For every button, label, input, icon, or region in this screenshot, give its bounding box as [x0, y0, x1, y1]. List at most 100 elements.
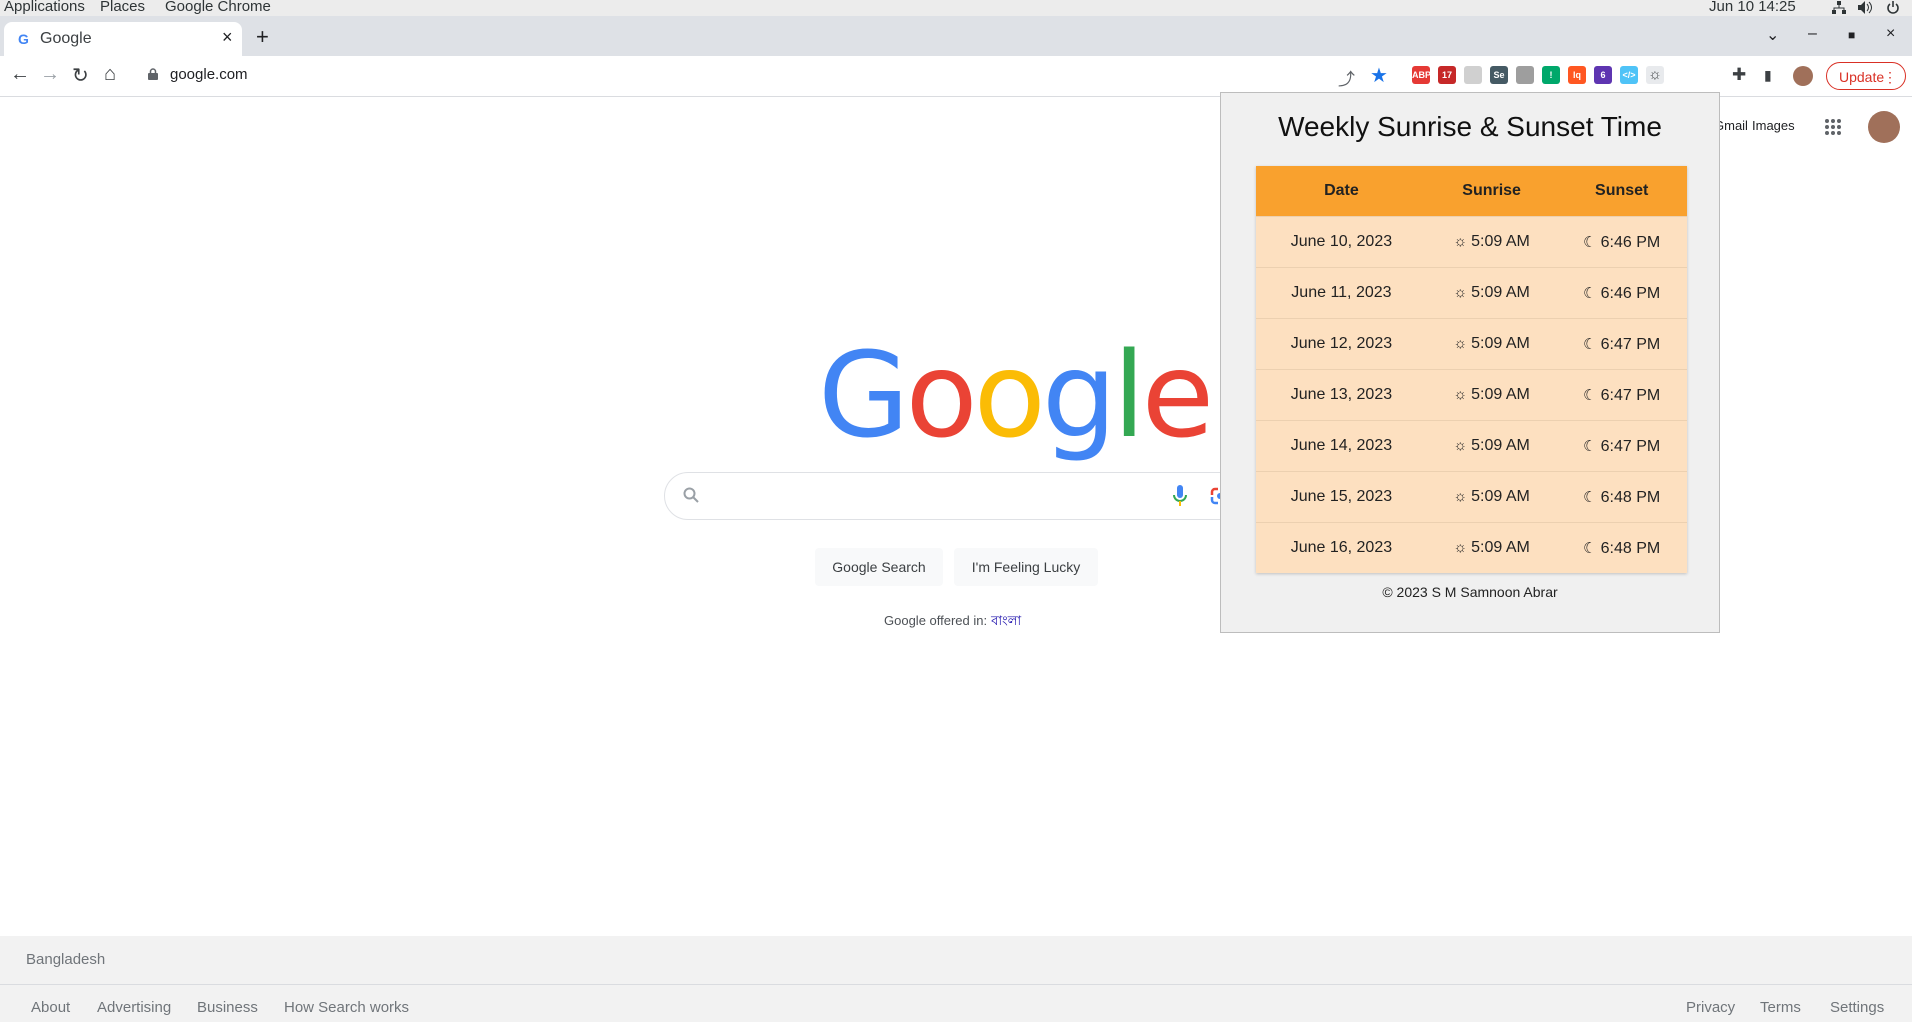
table-row: June 14, 2023 ☼ 5:09 AM ☾ 6:47 PM — [1256, 420, 1687, 472]
extension-blank-ext-icon[interactable] — [1464, 66, 1482, 84]
sunset-cell: ☾ 6:48 PM — [1556, 522, 1687, 573]
search-icon — [683, 487, 699, 503]
sunset-cell: ☾ 6:47 PM — [1556, 369, 1687, 421]
extension-red-ext-icon[interactable]: lq — [1568, 66, 1586, 84]
date-cell: June 11, 2023 — [1256, 267, 1427, 319]
offered-in-label: Google offered in: — [884, 613, 988, 628]
tab-search-chevron-icon[interactable]: ⌄ — [1766, 25, 1779, 45]
footer-link-settings[interactable]: Settings — [1830, 999, 1884, 1016]
lock-icon[interactable] — [148, 68, 158, 80]
sunset-time: 6:48 PM — [1600, 488, 1661, 506]
date-cell: June 15, 2023 — [1256, 471, 1427, 523]
header-date: Date — [1256, 166, 1427, 217]
footer-link-privacy[interactable]: Privacy — [1686, 999, 1735, 1016]
google-favicon-icon: G — [18, 31, 29, 47]
table-row: June 13, 2023 ☼ 5:09 AM ☾ 6:47 PM — [1256, 369, 1687, 421]
header-sunrise: Sunrise — [1426, 166, 1557, 217]
browser-toolbar: ← → ↻ ⌂ google.com ⤴ ★ ABP 17 Se! lq 6 </> ☼ ✚… — [0, 56, 1912, 97]
footer-link-advertising[interactable]: Advertising — [97, 999, 171, 1016]
bookmark-star-icon[interactable]: ★ — [1370, 63, 1388, 88]
power-icon[interactable] — [1886, 1, 1900, 14]
extension-green-ext-icon[interactable]: ! — [1542, 66, 1560, 84]
side-panel-icon[interactable]: ▮ — [1764, 67, 1772, 84]
sunset-time: 6:46 PM — [1600, 284, 1661, 302]
header-sunset: Sunset — [1556, 166, 1687, 217]
footer-link-how-search-works[interactable]: How Search works — [284, 999, 409, 1016]
popup-copyright: © 2023 S M Samnoon Abrar — [1382, 584, 1558, 600]
table-row: June 15, 2023 ☼ 5:09 AM ☾ 6:48 PM — [1256, 471, 1687, 523]
tab-google[interactable]: G Google × — [4, 22, 242, 56]
back-button[interactable]: ← — [10, 63, 30, 86]
tab-title: Google — [40, 30, 92, 47]
logo-letter: l — [1112, 326, 1146, 464]
address-bar[interactable]: google.com ⤴ ★ — [136, 60, 1400, 92]
apps-grid-icon[interactable] — [1824, 118, 1842, 136]
close-window-button[interactable]: × — [1886, 25, 1895, 43]
extension-adblock-plus-icon[interactable]: ABP — [1412, 66, 1431, 84]
sun-icon: ☼ — [1453, 539, 1468, 556]
sun-icon: ☼ — [1453, 386, 1468, 403]
logo-letter: G — [818, 326, 909, 464]
sunrise-cell: ☼ 5:09 AM — [1426, 471, 1557, 523]
clock[interactable]: Jun 10 14:25 — [1709, 0, 1796, 15]
volume-icon[interactable] — [1858, 1, 1872, 14]
images-link[interactable]: Images — [1752, 118, 1795, 133]
popup-title: Weekly Sunrise & Sunset Time — [1278, 111, 1662, 142]
sunrise-time: 5:09 AM — [1471, 233, 1530, 250]
sunrise-cell: ☼ 5:09 AM — [1426, 267, 1557, 319]
sunset-time: 6:47 PM — [1600, 437, 1661, 455]
active-app-name[interactable]: Google Chrome — [165, 0, 271, 15]
sunset-time: 6:48 PM — [1600, 539, 1661, 557]
account-avatar[interactable] — [1868, 111, 1900, 143]
extension-purple-ext-icon[interactable]: 6 — [1594, 66, 1612, 84]
sunrise-time: 5:09 AM — [1471, 284, 1530, 301]
sunrise-time: 5:09 AM — [1471, 335, 1530, 352]
home-button[interactable]: ⌂ — [104, 63, 116, 86]
maximize-button[interactable]: ■ — [1848, 28, 1855, 42]
sunrise-sunset-table: Date Sunrise Sunset June 10, 2023 ☼ 5:09 A… — [1256, 166, 1687, 573]
applications-menu[interactable]: Applications — [4, 0, 85, 15]
footer-link-business[interactable]: Business — [197, 999, 258, 1016]
table-row: June 12, 2023 ☼ 5:09 AM ☾ 6:47 PM — [1256, 318, 1687, 370]
forward-button[interactable]: → — [40, 63, 60, 86]
sunrise-cell: ☼ 5:09 AM — [1426, 522, 1557, 573]
profile-avatar[interactable] — [1793, 66, 1813, 86]
extension-calendar-icon[interactable]: 17 — [1438, 66, 1456, 84]
moon-icon: ☾ — [1583, 233, 1597, 251]
sunrise-time: 5:09 AM — [1471, 386, 1530, 403]
url-text[interactable]: google.com — [170, 66, 248, 83]
minimize-button[interactable]: – — [1808, 25, 1817, 43]
sunset-time: 6:47 PM — [1600, 335, 1661, 353]
footer-link-about[interactable]: About — [31, 999, 70, 1016]
moon-icon: ☾ — [1583, 488, 1597, 506]
puzzle-extensions-icon[interactable]: ✚ — [1732, 65, 1746, 85]
footer-country: Bangladesh — [26, 951, 106, 968]
kebab-menu-icon[interactable]: ⋮ — [1883, 63, 1897, 91]
feeling-lucky-button[interactable]: I'm Feeling Lucky — [954, 548, 1098, 586]
language-offer: Google offered in: বাংলা — [884, 612, 1021, 633]
logo-letter: o — [973, 326, 1046, 464]
sunrise-cell: ☼ 5:09 AM — [1426, 420, 1557, 472]
share-icon[interactable]: ⤴ — [1338, 65, 1355, 90]
search-box[interactable] — [664, 472, 1250, 520]
sun-icon: ☼ — [1453, 437, 1468, 454]
language-link-bangla[interactable]: বাংলা — [991, 613, 1021, 628]
close-icon[interactable]: × — [222, 27, 233, 48]
footer-country-bar: Bangladesh — [0, 936, 1912, 985]
reload-button[interactable]: ↻ — [72, 63, 89, 88]
sun-icon: ☼ — [1453, 233, 1468, 250]
extension-code-ext-icon[interactable]: </> — [1620, 66, 1638, 84]
sunset-cell: ☾ 6:46 PM — [1556, 216, 1687, 268]
places-menu[interactable]: Places — [100, 0, 145, 15]
update-button[interactable]: Update ⋮ — [1826, 62, 1906, 90]
footer-link-terms[interactable]: Terms — [1760, 999, 1801, 1016]
microphone-icon[interactable] — [1173, 485, 1187, 507]
moon-icon: ☾ — [1583, 335, 1597, 353]
extension-sun-ext-icon[interactable]: ☼ — [1646, 66, 1664, 84]
extension-grey-ext-icon[interactable] — [1516, 66, 1534, 84]
network-icon[interactable] — [1832, 1, 1846, 14]
new-tab-button[interactable]: + — [256, 24, 269, 50]
moon-icon: ☾ — [1583, 437, 1597, 455]
google-search-button[interactable]: Google Search — [815, 548, 943, 586]
extension-selenium-ide-icon[interactable]: Se — [1490, 66, 1508, 84]
